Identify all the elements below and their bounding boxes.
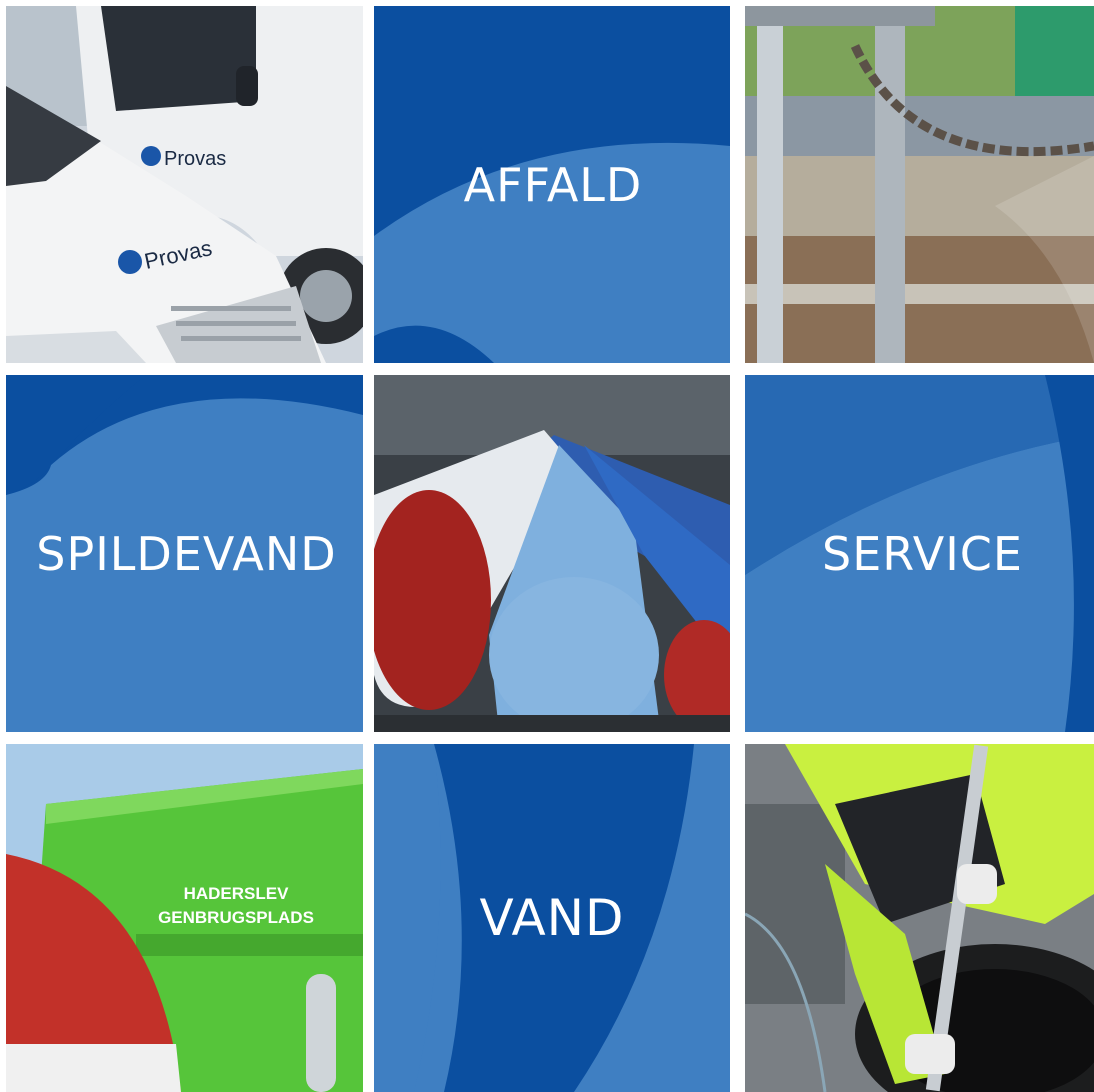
spildevand-tile[interactable]: SPILDEVAND	[6, 375, 363, 732]
affald-tile[interactable]: AFFALD	[374, 6, 730, 363]
van-logo-text-upper: Provas	[164, 148, 227, 170]
vans-photo-icon	[6, 6, 363, 363]
vand-label: VAND	[479, 889, 625, 947]
spildevand-label: SPILDEVAND	[36, 526, 337, 581]
pipes-photo-icon	[374, 375, 730, 732]
service-tile[interactable]: SERVICE	[745, 375, 1094, 732]
category-grid: Provas Provas AFFALD SPILDEVAND SERVICE …	[0, 0, 1094, 1092]
affald-label: AFFALD	[463, 157, 643, 212]
pipes-photo-tile[interactable]	[374, 375, 730, 732]
manhole-worker-photo-tile[interactable]	[745, 744, 1094, 1092]
sign-line-1: HADERSLEV	[183, 884, 289, 903]
sign-line-2: GENBRUGSPLADS	[158, 908, 314, 927]
chain-railing-photo-icon	[745, 6, 1094, 363]
vans-photo-tile[interactable]: Provas Provas	[6, 6, 363, 363]
manhole-worker-photo-icon	[745, 744, 1094, 1092]
recycling-photo-tile[interactable]: HADERSLEV GENBRUGSPLADS	[6, 744, 363, 1092]
treatment-plant-photo-tile[interactable]	[745, 6, 1094, 363]
vand-tile[interactable]: VAND	[374, 744, 730, 1092]
service-label: SERVICE	[822, 526, 1023, 581]
